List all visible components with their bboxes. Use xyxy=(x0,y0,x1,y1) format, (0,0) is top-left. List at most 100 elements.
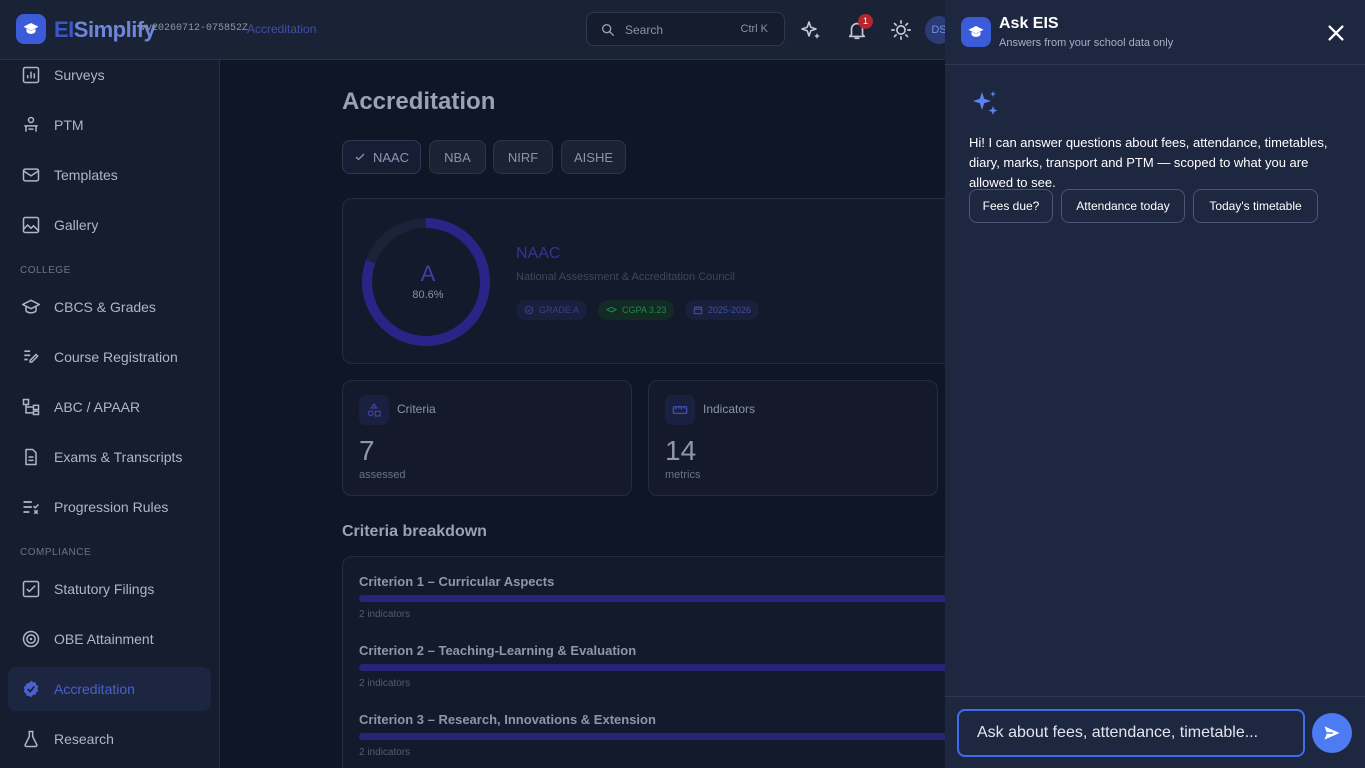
sidebar-item-label: CBCS & Grades xyxy=(54,299,156,315)
grade-badge: GRADE A xyxy=(516,300,588,320)
criterion-title: Criterion 3 – Research, Innovations & Ex… xyxy=(359,712,656,727)
meeting-icon xyxy=(24,116,38,132)
search-shortcut: Ctrl K xyxy=(740,23,769,35)
target-icon xyxy=(22,630,40,648)
sparkles-icon[interactable] xyxy=(799,19,823,43)
sidebar-item-course-registration[interactable]: Course Registration xyxy=(8,335,211,379)
document-icon xyxy=(25,448,37,466)
sidebar-item-obe-attainment[interactable]: OBE Attainment xyxy=(8,617,211,661)
tab-aishe[interactable]: AISHE xyxy=(561,140,626,174)
send-icon xyxy=(1324,726,1340,740)
sidebar-item-templates[interactable]: Templates xyxy=(8,153,211,197)
chat-composer xyxy=(945,696,1365,768)
search-box[interactable]: Search Ctrl K xyxy=(586,12,785,46)
app-version: vv20260712-075852Z xyxy=(140,23,249,34)
sidebar-item-label: Accreditation xyxy=(54,681,135,697)
sidebar-item-label: Research xyxy=(54,731,114,747)
tab-nba[interactable]: NBA xyxy=(429,140,486,174)
criterion-title: Criterion 1 – Curricular Aspects xyxy=(359,574,555,589)
sidebar-item-abc-apaar[interactable]: ABC / APAAR xyxy=(8,385,211,429)
sidebar-item-surveys[interactable]: Surveys xyxy=(8,53,211,97)
sidebar-item-statutory-filings[interactable]: Statutory Filings xyxy=(8,567,211,611)
search-placeholder: Search xyxy=(625,23,664,37)
sidebar-item-label: Progression Rules xyxy=(54,499,169,515)
send-button[interactable] xyxy=(1312,713,1352,753)
ask-eis-panel: Ask EIS Answers from your school data on… xyxy=(945,0,1365,768)
calendar-icon xyxy=(693,306,703,315)
check-circle-icon xyxy=(524,305,534,315)
chat-subtitle: Answers from your school data only xyxy=(999,37,1174,49)
sidebar-item-exams[interactable]: Exams & Transcripts xyxy=(8,435,211,479)
stat-card-criteria: Criteria 7 assessed xyxy=(342,380,632,496)
sidebar-item-label: Statutory Filings xyxy=(54,581,155,597)
stat-sub: assessed xyxy=(359,469,406,481)
framework-full-name: National Assessment & Accreditation Coun… xyxy=(516,271,735,283)
tab-label: NAAC xyxy=(372,149,410,165)
framework-name: NAAC xyxy=(516,245,561,262)
sidebar-section-college: COLLEGE xyxy=(20,265,71,276)
sun-icon[interactable] xyxy=(890,19,912,41)
sidebar-item-ptm[interactable]: PTM xyxy=(8,103,211,147)
stat-sub: metrics xyxy=(665,469,701,481)
criterion-indicator-count: 2 indicators xyxy=(359,609,411,620)
score-percent: 80.6% xyxy=(412,289,444,301)
sidebar-item-label: OBE Attainment xyxy=(54,631,154,647)
breadcrumb[interactable]: Accreditation xyxy=(247,22,316,36)
bar-chart-icon xyxy=(22,66,40,84)
notification-badge: 1 xyxy=(858,14,873,29)
sidebar-item-accreditation[interactable]: Accreditation xyxy=(8,667,211,711)
badge-label: CGPA 3.23 xyxy=(622,305,667,315)
criterion-row[interactable]: Criterion 1 – Curricular Aspects 2 indic… xyxy=(359,574,945,620)
sidebar-item-label: Course Registration xyxy=(54,349,178,365)
stat-value: 7 xyxy=(359,435,375,466)
criteria-breakdown-heading: Criteria breakdown xyxy=(342,523,487,540)
verified-badge-icon xyxy=(23,680,39,698)
chat-logo xyxy=(961,17,991,47)
shapes-icon xyxy=(367,402,381,417)
edit-list-icon xyxy=(24,350,39,363)
stat-card-indicators: Indicators 14 metrics xyxy=(648,380,938,496)
suggestion-fees-due[interactable]: Fees due? xyxy=(969,189,1053,223)
sidebar-item-research[interactable]: Research xyxy=(8,717,211,761)
criterion-progress-bar xyxy=(359,733,945,740)
tab-label: AISHE xyxy=(573,149,613,165)
sidebar-item-gallery[interactable]: Gallery xyxy=(8,203,211,247)
main-content: Accreditation NAAC NBA NIRF AISHE A 80.6… xyxy=(221,61,945,768)
suggestion-attendance-today[interactable]: Attendance today xyxy=(1061,189,1185,223)
tab-label: NIRF xyxy=(507,149,539,165)
badge-label: GRADE A xyxy=(539,305,580,315)
sidebar-item-label: PTM xyxy=(54,117,84,133)
hierarchy-icon xyxy=(22,398,40,416)
graduation-cap-icon xyxy=(21,299,41,314)
sidebar-item-progression-rules[interactable]: Progression Rules xyxy=(8,485,211,529)
criteria-breakdown-card: Criterion 1 – Curricular Aspects 2 indic… xyxy=(342,556,945,768)
indicators-icon-box xyxy=(665,395,695,425)
flask-icon xyxy=(24,730,38,748)
sparkles-icon xyxy=(973,91,998,115)
criteria-icon-box xyxy=(359,395,389,425)
cgpa-badge: CGPA 3.23 xyxy=(598,300,675,320)
check-icon xyxy=(355,153,365,161)
chat-input[interactable] xyxy=(957,709,1305,757)
chat-header: Ask EIS Answers from your school data on… xyxy=(945,0,1365,65)
sidebar-item-cbcs[interactable]: CBCS & Grades xyxy=(8,285,211,329)
score-grade: A xyxy=(420,261,436,286)
sidebar-item-label: Surveys xyxy=(54,67,105,83)
criterion-row[interactable]: Criterion 2 – Teaching-Learning & Evalua… xyxy=(359,643,945,689)
sidebar-item-label: Exams & Transcripts xyxy=(54,449,183,465)
close-icon[interactable] xyxy=(1325,22,1347,44)
criterion-row[interactable]: Criterion 3 – Research, Innovations & Ex… xyxy=(359,712,945,758)
criterion-progress-bar xyxy=(359,595,945,602)
tab-nirf[interactable]: NIRF xyxy=(493,140,553,174)
criterion-indicator-count: 2 indicators xyxy=(359,678,411,689)
score-card: A 80.6% NAAC National Assessment & Accre… xyxy=(342,198,945,364)
sidebar: Surveys PTM Templates Gallery COLLEGE CB… xyxy=(0,60,220,768)
tab-naac[interactable]: NAAC xyxy=(342,140,421,174)
stat-label: Indicators xyxy=(703,402,756,416)
stat-label: Criteria xyxy=(397,402,436,416)
ruler-icon xyxy=(672,406,688,414)
chat-title: Ask EIS xyxy=(999,15,1059,32)
checkbox-list-icon xyxy=(22,580,40,598)
app-logo[interactable] xyxy=(16,14,46,44)
suggestion-todays-timetable[interactable]: Today's timetable xyxy=(1193,189,1318,223)
